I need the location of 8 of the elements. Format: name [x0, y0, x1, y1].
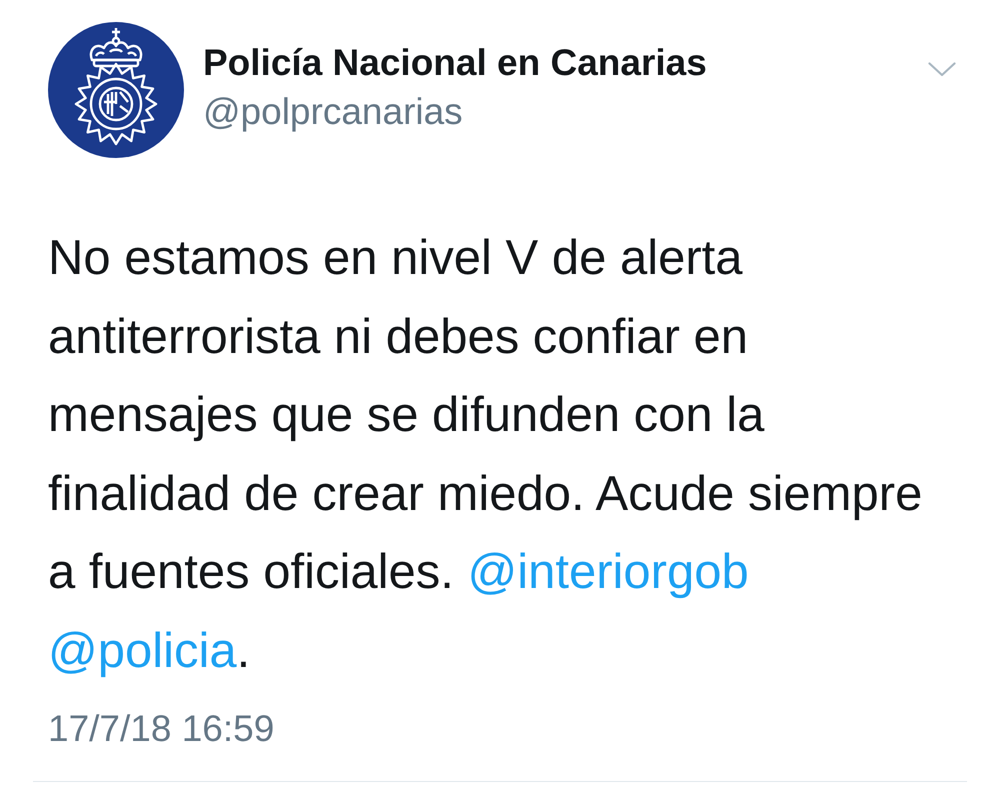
author-name: Policía Nacional en Canarias [203, 41, 707, 85]
crown-badge-icon [48, 22, 184, 158]
mention-link[interactable]: @interiorgob [467, 545, 749, 600]
author-handle: @polprcanarias [203, 90, 464, 134]
tweet-text: No estamos en nivel V de alerta antiterrorista ni debes confiar en mensajes que se difunden con la finalidad de crear miedo. Acude siempre a fuentes oficiales. @interiorgob @policia. [48, 230, 924, 680]
tweet-timestamp: 17/7/18 16:59 [48, 706, 274, 751]
chevron-down-icon[interactable] [928, 62, 956, 77]
mention-link[interactable]: @policia [48, 624, 237, 678]
